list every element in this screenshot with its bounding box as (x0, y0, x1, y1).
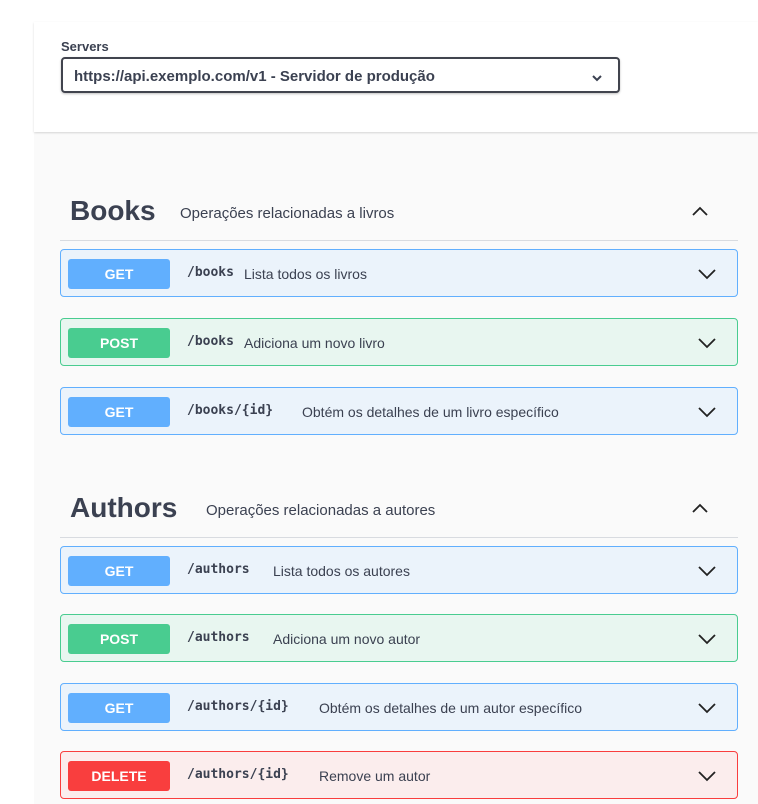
chevron-down-icon[interactable] (697, 268, 717, 280)
method-badge: POST (68, 624, 170, 654)
operation-summary: Obtém os detalhes de um livro específico (302, 404, 559, 420)
operation-get-books[interactable]: GET /books Lista todos os livros (60, 249, 738, 297)
chevron-down-icon[interactable] (697, 770, 717, 782)
operation-get-book-by-id[interactable]: GET /books/{id} Obtém os detalhes de um … (60, 387, 738, 435)
operation-summary: Adiciona um novo autor (273, 631, 421, 647)
operation-path: /authors/{id} (187, 699, 289, 714)
chevron-down-icon[interactable] (697, 337, 717, 349)
operation-summary: Obtém os detalhes de um autor específico (319, 700, 583, 716)
servers-panel: Servers https://api.exemplo.com/v1 - Ser… (34, 22, 758, 132)
tag-authors[interactable]: Authors Operações relacionadas a autores (60, 480, 738, 538)
method-badge: GET (68, 693, 170, 723)
operation-path: /books (187, 265, 234, 280)
chevron-up-icon[interactable] (692, 502, 708, 514)
chevron-down-icon[interactable] (697, 702, 717, 714)
method-badge: GET (68, 259, 170, 289)
operation-summary: Remove um autor (319, 768, 431, 784)
operation-summary: Adiciona um novo livro (244, 335, 385, 351)
tag-description: Operações relacionadas a livros (180, 205, 395, 222)
method-badge: GET (68, 397, 170, 427)
operation-post-books[interactable]: POST /books Adiciona um novo livro (60, 318, 738, 366)
operation-summary: Lista todos os livros (244, 266, 367, 282)
chevron-up-icon[interactable] (692, 205, 708, 217)
operation-get-author-by-id[interactable]: GET /authors/{id} Obtém os detalhes de u… (60, 683, 738, 731)
chevron-down-icon[interactable] (697, 565, 717, 577)
server-select-value: https://api.exemplo.com/v1 - Servidor de… (74, 68, 435, 85)
method-badge: GET (68, 556, 170, 586)
chevron-down-icon[interactable] (697, 406, 717, 418)
operation-post-authors[interactable]: POST /authors Adiciona um novo autor (60, 614, 738, 662)
tag-books[interactable]: Books Operações relacionadas a livros (60, 183, 738, 241)
operation-path: /authors (187, 630, 250, 645)
operation-get-authors[interactable]: GET /authors Lista todos os autores (60, 546, 738, 594)
operation-delete-author[interactable]: DELETE /authors/{id} Remove um autor (60, 751, 738, 799)
operation-path: /books/{id} (187, 403, 274, 418)
chevron-down-icon (592, 75, 602, 82)
operation-path: /authors (187, 562, 250, 577)
operation-path: /authors/{id} (187, 767, 289, 782)
chevron-down-icon[interactable] (697, 633, 717, 645)
tag-title: Authors (70, 492, 178, 523)
operation-path: /books (187, 334, 234, 349)
servers-label: Servers (61, 39, 109, 54)
method-badge: DELETE (68, 761, 170, 791)
tag-title: Books (70, 195, 156, 226)
method-badge: POST (68, 328, 170, 358)
operation-summary: Lista todos os autores (273, 563, 410, 579)
server-select[interactable]: https://api.exemplo.com/v1 - Servidor de… (61, 57, 620, 93)
tag-description: Operações relacionadas a autores (206, 502, 436, 519)
